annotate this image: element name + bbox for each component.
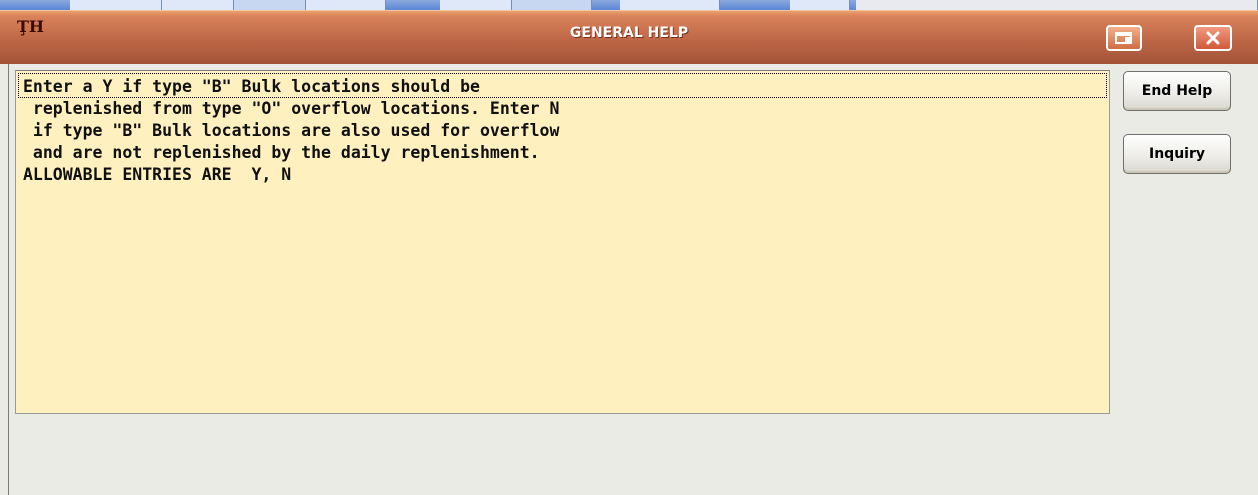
- background-tab: [440, 0, 512, 10]
- help-text-panel[interactable]: Enter a Y if type "B" Bulk locations sho…: [15, 70, 1110, 414]
- window-title: GENERAL HELP: [569, 25, 689, 41]
- background-tab: [234, 0, 306, 10]
- background-tab: [620, 0, 720, 10]
- help-line: if type "B" Bulk locations are also used…: [23, 121, 560, 140]
- background-tab: [856, 0, 1258, 10]
- inquiry-button[interactable]: Inquiry: [1123, 134, 1231, 174]
- background-tab: [306, 0, 386, 10]
- help-line: Enter a Y if type "B" Bulk locations sho…: [23, 77, 480, 96]
- background-taskbar-strip: [0, 0, 1258, 10]
- background-tab: [70, 0, 162, 10]
- help-text: Enter a Y if type "B" Bulk locations sho…: [23, 76, 559, 186]
- background-tab: [790, 0, 850, 10]
- close-icon: [1206, 31, 1220, 45]
- restore-button[interactable]: [1106, 25, 1142, 51]
- background-tab: [512, 0, 592, 10]
- end-help-button[interactable]: End Help: [1123, 71, 1231, 111]
- restore-icon: [1115, 32, 1132, 44]
- help-line: replenished from type "O" overflow locat…: [23, 99, 560, 118]
- general-help-window: ŢH GENERAL HELP Enter a Y if type "B" B…: [0, 0, 1258, 495]
- help-line: ALLOWABLE ENTRIES ARE Y, N: [23, 165, 292, 184]
- dialog-client-area: Enter a Y if type "B" Bulk locations sho…: [8, 64, 1258, 495]
- title-bar[interactable]: ŢH GENERAL HELP: [0, 10, 1258, 64]
- help-line: and are not replenished by the daily rep…: [23, 143, 540, 162]
- background-tab: [162, 0, 234, 10]
- close-button[interactable]: [1194, 25, 1232, 51]
